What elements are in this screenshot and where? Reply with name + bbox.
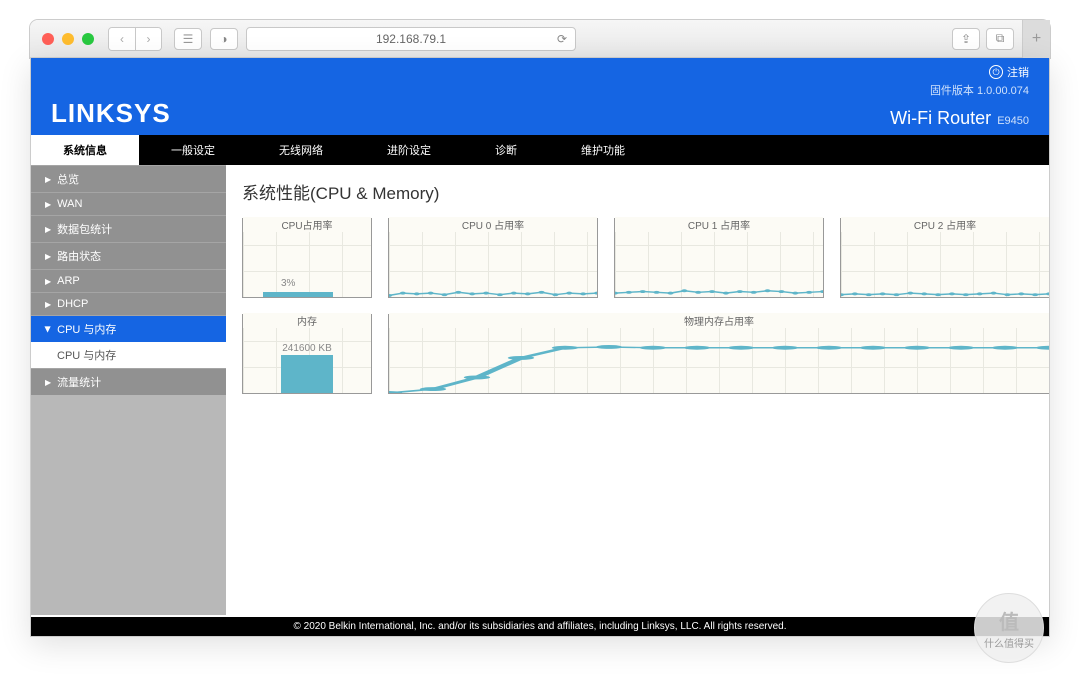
chart-cpu2: CPU 2 占用率 [840,218,1049,298]
browser-chrome: ‹ › ☰ ◑ 192.168.79.1 ⟳ ⇪ ⧉ + [30,20,1050,58]
chart-cpu0: CPU 0 占用率 [388,218,598,298]
url-bar[interactable]: 192.168.79.1 ⟳ [246,27,576,51]
logout-link[interactable]: ⏻ 注销 [989,64,1029,80]
chart-memory: 内存 241600 KB [242,314,372,394]
main-tabs: 系统信息一般设定无线网络进阶设定诊断维护功能 [31,135,1049,165]
watermark: 值 什么值得买 [974,593,1044,663]
minimize-window-button[interactable] [62,33,74,45]
header: ⏻ 注销 固件版本 1.0.00.074 LINKSYS Wi-Fi Route… [31,58,1049,135]
new-tab-button[interactable]: + [1022,20,1050,58]
footer: © 2020 Belkin International, Inc. and/or… [31,617,1049,636]
logout-icon: ⏻ [989,65,1003,79]
traffic-lights [42,33,94,45]
logout-label: 注销 [1007,64,1029,80]
sidebar-item-7[interactable]: ▶流量统计 [31,368,226,395]
sidebar-toggle-button[interactable]: ☰ [174,28,202,50]
url-text: 192.168.79.1 [376,32,446,46]
sidebar-item-5[interactable]: ▶DHCP [31,292,226,315]
sidebar-item-1[interactable]: ▶WAN [31,192,226,215]
close-window-button[interactable] [42,33,54,45]
tabs-button[interactable]: ⧉ [986,28,1014,50]
sidebar-item-3[interactable]: ▶路由状态 [31,242,226,269]
chevron-right-icon: ▶ [45,378,51,387]
brand-logo: LINKSYS [51,98,171,129]
main-tab-2[interactable]: 无线网络 [247,135,355,165]
chevron-right-icon: ▶ [45,252,51,261]
sidebar-item-0[interactable]: ▶总览 [31,165,226,192]
chart-cpu1: CPU 1 占用率 [614,218,824,298]
chevron-right-icon: ▶ [45,300,51,309]
sidebar: ▶总览▶WAN▶数据包统计▶路由状态▶ARP▶DHCP▶CPU 与内存CPU 与… [31,165,226,615]
chevron-right-icon: ▶ [45,175,51,184]
chart-physical-memory: 物理内存占用率 [388,314,1049,394]
share-button[interactable]: ⇪ [952,28,980,50]
main-tab-4[interactable]: 诊断 [463,135,549,165]
maximize-window-button[interactable] [82,33,94,45]
sidebar-item-4[interactable]: ▶ARP [31,269,226,292]
main-tab-5[interactable]: 维护功能 [549,135,657,165]
sidebar-item-2[interactable]: ▶数据包统计 [31,215,226,242]
chevron-right-icon: ▶ [45,225,51,234]
chevron-right-icon: ▶ [44,326,53,332]
sidebar-subitem[interactable]: CPU 与内存 [31,342,226,368]
page-content: ⏻ 注销 固件版本 1.0.00.074 LINKSYS Wi-Fi Route… [30,58,1050,637]
sidebar-item-6[interactable]: ▶CPU 与内存 [31,315,226,342]
chevron-right-icon: ▶ [45,200,51,209]
chart-cpu-total: CPU占用率 3% [242,218,372,298]
chevron-right-icon: ▶ [45,277,51,286]
firmware-version: 固件版本 1.0.00.074 [51,82,1029,98]
router-title: Wi-Fi Router E9450 [890,108,1029,129]
main-tab-3[interactable]: 进阶设定 [355,135,463,165]
page-title: 系统性能(CPU & Memory) [242,179,1049,204]
main-tab-0[interactable]: 系统信息 [31,135,139,165]
main-panel: 系统性能(CPU & Memory) CPU占用率 3% CPU 0 占用率 C… [226,165,1049,615]
forward-button[interactable]: › [135,28,161,50]
nav-button-group: ‹ › [108,27,162,51]
privacy-shield-button[interactable]: ◑ [210,28,238,50]
back-button[interactable]: ‹ [109,28,135,50]
main-tab-1[interactable]: 一般设定 [139,135,247,165]
reload-icon[interactable]: ⟳ [557,32,567,46]
